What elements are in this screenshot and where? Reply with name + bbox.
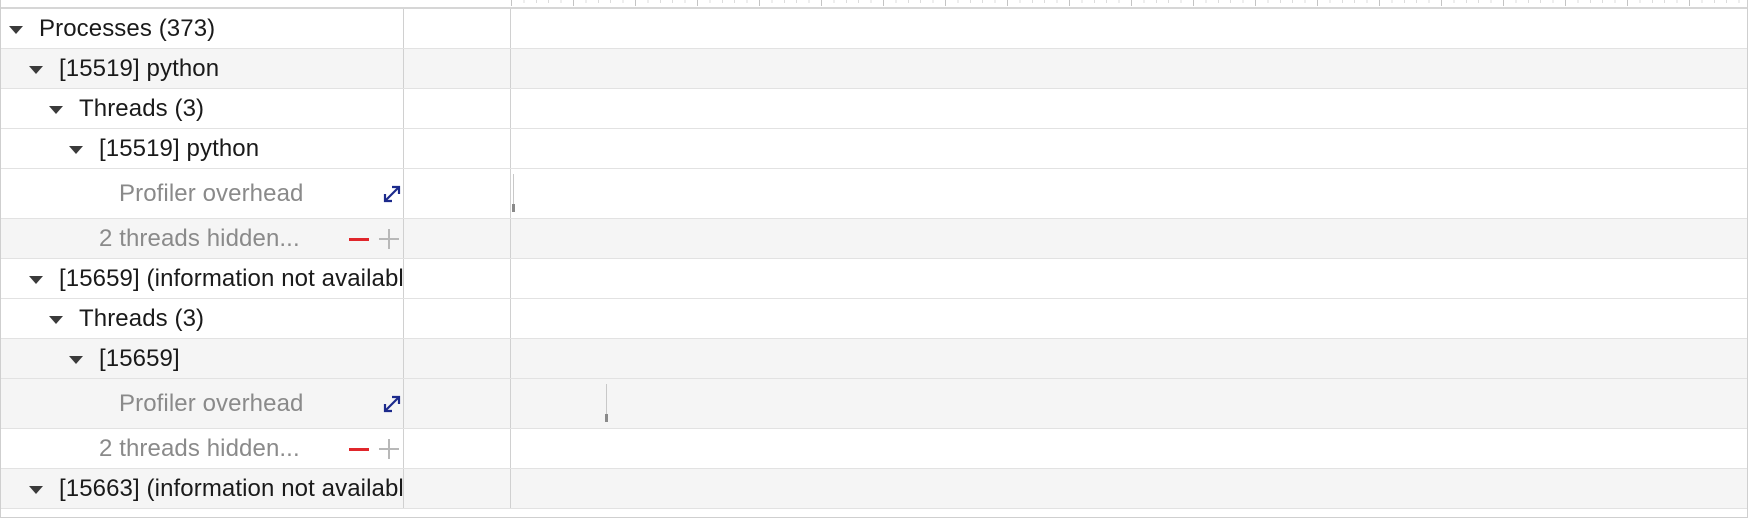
row-label-cell: [15663] (information not available) <box>1 469 404 508</box>
profiler-overhead-row[interactable]: Profiler overhead <box>1 379 1747 429</box>
process-label: [15663] (information not available) <box>59 474 404 502</box>
overhead-sample-marker[interactable] <box>605 384 608 422</box>
row-mid-cell <box>404 169 511 218</box>
row-track <box>511 429 1747 468</box>
row-label-cell: [15659] (information not available) <box>1 259 404 298</box>
track-rows: Processes (373) [15519] python Threads (… <box>1 9 1747 509</box>
row-mid-cell <box>404 299 511 338</box>
thread-label: [15519] python <box>99 134 260 162</box>
row-mid-cell <box>404 259 511 298</box>
threads-label: Threads (3) <box>79 304 205 332</box>
row-mid-cell <box>404 49 511 88</box>
processes-label: Processes (373) <box>39 14 216 42</box>
triangle-down-icon[interactable] <box>49 105 63 114</box>
timeline-header <box>1 0 1747 9</box>
plus-icon[interactable] <box>379 438 399 459</box>
process-row-15663[interactable]: [15663] (information not available) <box>1 469 1747 509</box>
triangle-down-icon[interactable] <box>29 275 43 284</box>
row-mid-cell <box>404 379 511 428</box>
triangle-down-icon[interactable] <box>29 65 43 74</box>
process-label: [15519] python <box>59 54 220 82</box>
triangle-down-icon[interactable] <box>29 485 43 494</box>
thread-row-15519[interactable]: [15519] python <box>1 129 1747 169</box>
row-label-cell: [15659] <box>1 339 404 378</box>
hidden-threads-label: 2 threads hidden... <box>99 434 300 462</box>
minus-icon[interactable] <box>349 447 369 451</box>
row-track <box>511 169 1747 218</box>
row-label-cell: [15519] python <box>1 49 404 88</box>
processes-row[interactable]: Processes (373) <box>1 9 1747 49</box>
triangle-down-icon[interactable] <box>9 25 23 34</box>
row-mid-cell <box>404 469 511 508</box>
profiler-overhead-label: Profiler overhead <box>119 179 304 207</box>
expand-arrows-icon[interactable] <box>381 393 403 415</box>
row-label-cell: Profiler overhead <box>1 169 404 218</box>
row-label-cell: [15519] python <box>1 129 404 168</box>
row-track <box>511 299 1747 338</box>
process-row-15659[interactable]: [15659] (information not available) <box>1 259 1747 299</box>
row-label-cell: Profiler overhead <box>1 379 404 428</box>
row-track <box>511 339 1747 378</box>
row-track <box>511 219 1747 258</box>
hidden-threads-label: 2 threads hidden... <box>99 224 300 252</box>
row-track <box>511 379 1747 428</box>
hidden-threads-row: 2 threads hidden... <box>1 429 1747 469</box>
row-label-cell: 2 threads hidden... <box>1 219 404 258</box>
minus-icon[interactable] <box>349 237 369 241</box>
threads-row[interactable]: Threads (3) <box>1 89 1747 129</box>
triangle-down-icon[interactable] <box>69 145 83 154</box>
plus-icon[interactable] <box>379 228 399 249</box>
threads-label: Threads (3) <box>79 94 205 122</box>
overhead-sample-marker[interactable] <box>512 174 515 212</box>
thread-row-15659[interactable]: [15659] <box>1 339 1747 379</box>
process-row-15519[interactable]: [15519] python <box>1 49 1747 89</box>
row-track <box>511 89 1747 128</box>
row-track <box>511 259 1747 298</box>
row-mid-cell <box>404 429 511 468</box>
row-mid-cell <box>404 89 511 128</box>
row-track <box>511 129 1747 168</box>
row-label-cell: Processes (373) <box>1 9 404 48</box>
process-label: [15659] (information not available) <box>59 264 404 292</box>
threads-row[interactable]: Threads (3) <box>1 299 1747 339</box>
row-label-cell: Threads (3) <box>1 299 404 338</box>
profiler-overhead-label: Profiler overhead <box>119 389 304 417</box>
row-track <box>511 469 1747 508</box>
row-track <box>511 49 1747 88</box>
row-track <box>511 9 1747 48</box>
thread-label: [15659] <box>99 344 180 372</box>
row-label-cell: Threads (3) <box>1 89 404 128</box>
row-mid-cell <box>404 129 511 168</box>
triangle-down-icon[interactable] <box>49 315 63 324</box>
hidden-threads-row: 2 threads hidden... <box>1 219 1747 259</box>
process-timeline-panel: Processes (373) [15519] python Threads (… <box>0 0 1748 518</box>
timeline-ruler[interactable] <box>511 0 1747 9</box>
profiler-overhead-row[interactable]: Profiler overhead <box>1 169 1747 219</box>
row-mid-cell <box>404 219 511 258</box>
expand-arrows-icon[interactable] <box>381 183 403 205</box>
row-label-cell: 2 threads hidden... <box>1 429 404 468</box>
triangle-down-icon[interactable] <box>69 355 83 364</box>
row-mid-cell <box>404 9 511 48</box>
row-mid-cell <box>404 339 511 378</box>
